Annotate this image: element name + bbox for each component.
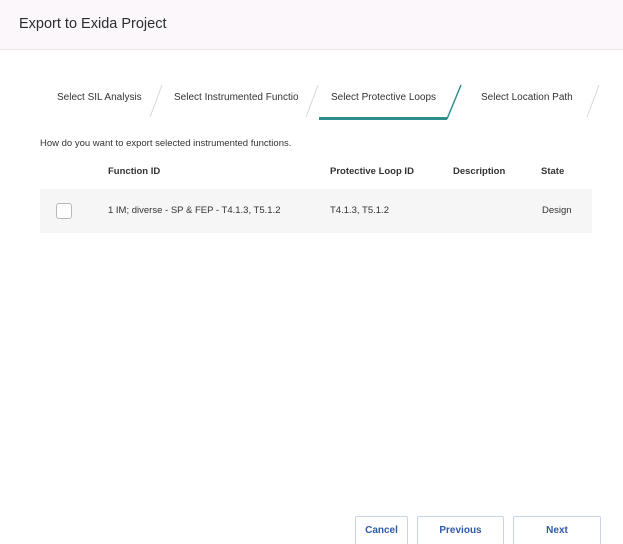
column-header-protective-loop-id[interactable]: Protective Loop ID — [330, 166, 414, 177]
dialog-title: Export to Exida Project — [19, 16, 167, 32]
row-select-checkbox[interactable] — [56, 203, 72, 219]
step-select-sil-analysis[interactable]: Select SIL Analysis — [57, 83, 142, 113]
next-button[interactable]: Next — [513, 516, 601, 544]
active-step-underline — [319, 117, 447, 120]
step-separator — [305, 84, 319, 118]
step-select-instrumented-functions[interactable]: Select Instrumented Functio... — [174, 83, 298, 113]
step-select-location-path[interactable]: Select Location Path — [481, 83, 573, 113]
previous-button[interactable]: Previous — [417, 516, 504, 544]
cell-function-id: 1 IM; diverse - SP & FEP - T4.1.3, T5.1.… — [108, 205, 281, 216]
column-header-description[interactable]: Description — [453, 166, 505, 177]
export-question: How do you want to export selected instr… — [40, 138, 292, 149]
cancel-button[interactable]: Cancel — [355, 516, 408, 544]
step-separator — [149, 84, 163, 118]
wizard-steps: Select SIL Analysis Select Instrumented … — [40, 83, 600, 123]
column-header-state[interactable]: State — [541, 166, 564, 177]
active-step-separator — [446, 84, 462, 120]
cell-protective-loop-id: T4.1.3, T5.1.2 — [330, 205, 389, 216]
table-header: Function ID Protective Loop ID Descripti… — [40, 166, 592, 184]
dialog-header: Export to Exida Project — [0, 0, 623, 50]
column-header-function-id[interactable]: Function ID — [108, 166, 160, 177]
cell-state: Design — [542, 205, 572, 216]
step-select-protective-loops[interactable]: Select Protective Loops — [331, 83, 436, 113]
step-separator — [586, 84, 600, 118]
table-row[interactable]: 1 IM; diverse - SP & FEP - T4.1.3, T5.1.… — [40, 189, 592, 233]
